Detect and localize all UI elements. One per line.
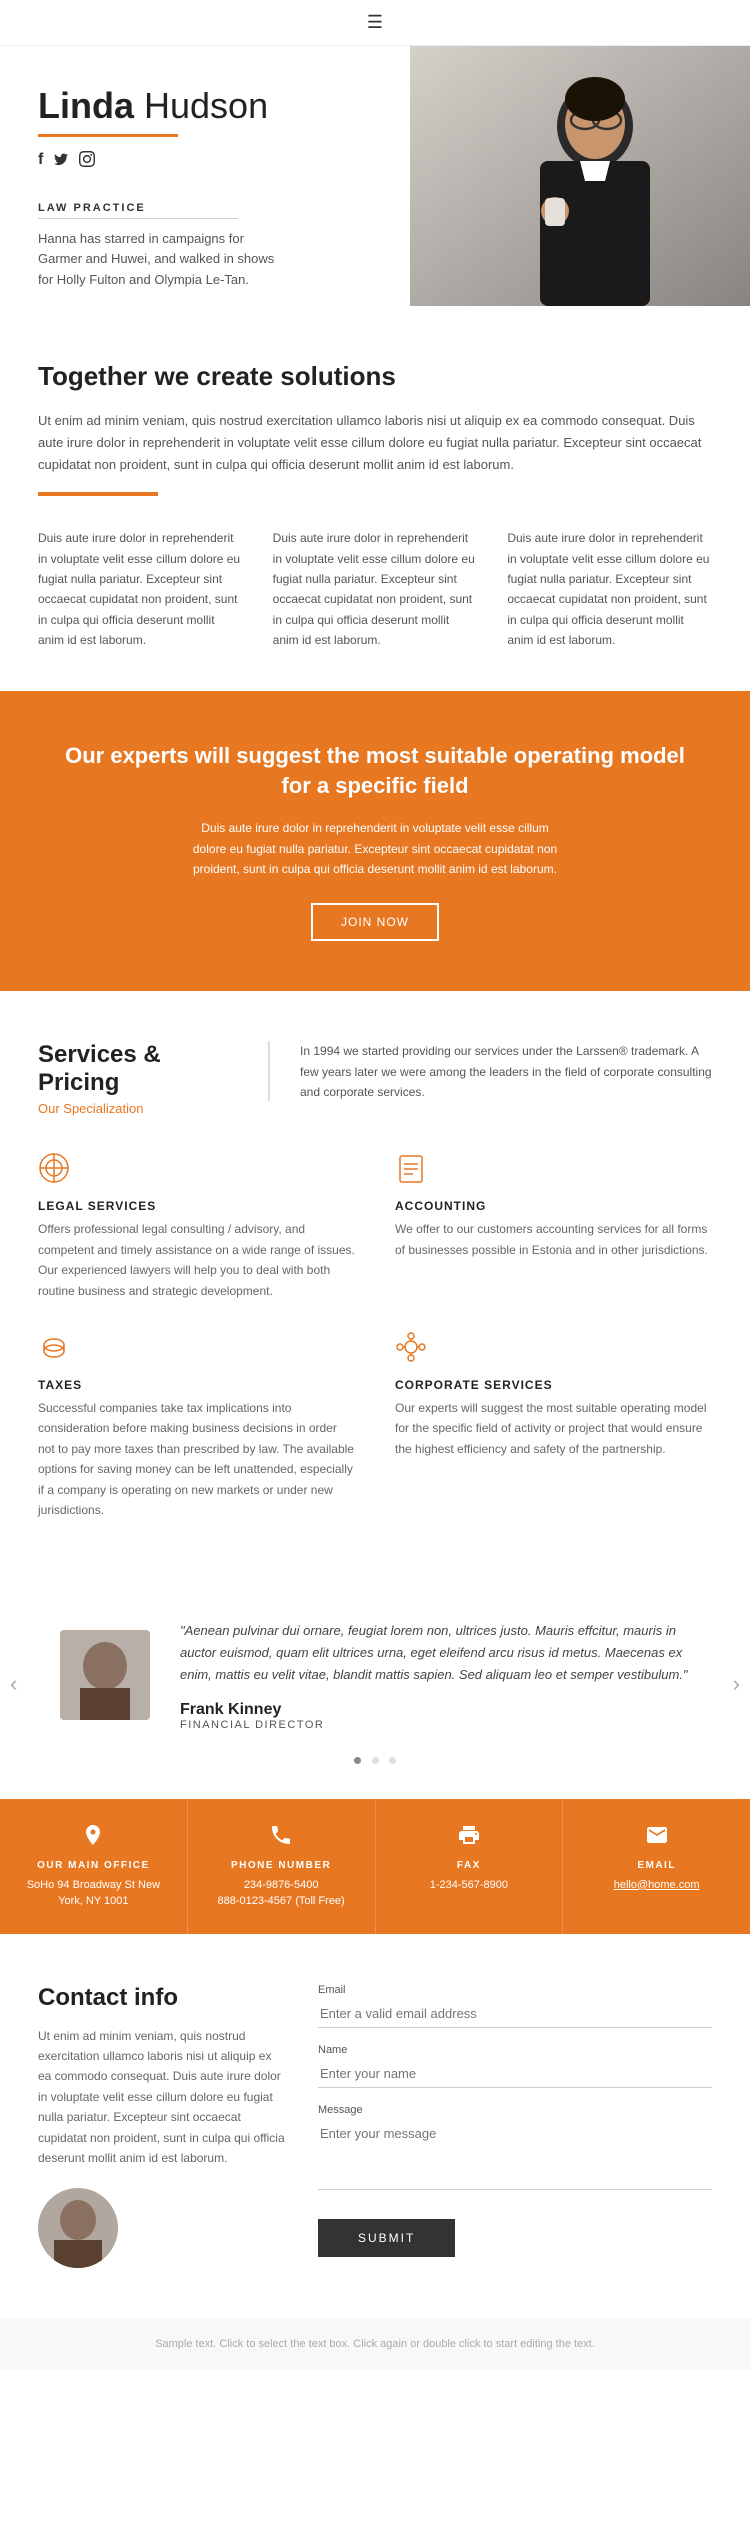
col-1: Duis aute irure dolor in reprehenderit i… xyxy=(38,528,243,650)
testimonial-body: "Aenean pulvinar dui ornare, feugiat lor… xyxy=(180,1620,690,1730)
banner-paragraph: Duis aute irure dolor in reprehenderit i… xyxy=(185,818,565,879)
name-form-group: Name xyxy=(318,2044,712,2088)
contact-paragraph: Ut enim ad minim veniam, quis nostrud ex… xyxy=(38,2026,288,2169)
fax-label: FAX xyxy=(392,1860,547,1871)
legal-icon xyxy=(38,1152,355,1191)
dot-2[interactable] xyxy=(372,1757,379,1764)
info-main-office: OUR MAIN OFFICE SoHo 94 Broadway St New … xyxy=(0,1799,188,1934)
orange-bar xyxy=(38,492,158,496)
contact-left: Contact info Ut enim ad minim veniam, qu… xyxy=(38,1984,318,2269)
corporate-desc: Our experts will suggest the most suitab… xyxy=(395,1398,712,1459)
hero-left: Linda Hudson f LAW PRACTICE Hanna has st… xyxy=(0,46,413,311)
orange-banner: Our experts will suggest the most suitab… xyxy=(0,691,750,992)
testimonial-name: Frank Kinney xyxy=(180,1701,690,1719)
services-heading: Services & Pricing xyxy=(38,1041,238,1097)
testimonial-quote: "Aenean pulvinar dui ornare, feugiat lor… xyxy=(180,1620,690,1686)
name-input[interactable] xyxy=(318,2060,712,2088)
services-divider xyxy=(268,1041,270,1101)
services-header-left: Services & Pricing Our Specialization xyxy=(38,1041,238,1116)
testimonial-dots xyxy=(60,1751,690,1769)
main-office-value: SoHo 94 Broadway St New York, NY 1001 xyxy=(16,1877,171,1910)
col-2: Duis aute irure dolor in reprehenderit i… xyxy=(273,528,478,650)
fax-value: 1-234-567-8900 xyxy=(392,1877,547,1894)
together-heading: Together we create solutions xyxy=(38,361,712,392)
instagram-icon[interactable] xyxy=(79,151,95,172)
location-icon xyxy=(16,1823,171,1854)
name-form-label: Name xyxy=(318,2044,712,2056)
info-fax: FAX 1-234-567-8900 xyxy=(376,1799,564,1934)
join-now-button[interactable]: JOIN NOW xyxy=(311,903,439,941)
legal-title: LEGAL SERVICES xyxy=(38,1199,355,1213)
section-label: LAW PRACTICE xyxy=(38,202,375,214)
email-form-label: Email xyxy=(318,1984,712,1996)
corporate-title: CORPORATE SERVICES xyxy=(395,1378,712,1392)
phone-icon xyxy=(204,1823,359,1854)
service-taxes: TAXES Successful companies take tax impl… xyxy=(38,1331,355,1520)
testimonial-prev-arrow[interactable]: ‹ xyxy=(10,1671,17,1697)
taxes-title: TAXES xyxy=(38,1378,355,1392)
services-sub: Our Specialization xyxy=(38,1101,238,1116)
dot-1[interactable] xyxy=(354,1757,361,1764)
hero-image xyxy=(410,46,750,306)
info-phone: PHONE NUMBER 234-9876-5400888-0123-4567 … xyxy=(188,1799,376,1934)
facebook-icon[interactable]: f xyxy=(38,151,43,172)
banner-heading: Our experts will suggest the most suitab… xyxy=(60,741,690,803)
testimonial-avatar xyxy=(60,1630,150,1720)
phone-value: 234-9876-5400888-0123-4567 (Toll Free) xyxy=(204,1877,359,1910)
corporate-icon xyxy=(395,1331,712,1370)
message-textarea[interactable] xyxy=(318,2120,712,2190)
footer-note: Sample text. Click to select the text bo… xyxy=(0,2318,750,2370)
accounting-icon xyxy=(395,1152,712,1191)
accounting-title: ACCOUNTING xyxy=(395,1199,712,1213)
testimonial-role: FINANCIAL DIRECTOR xyxy=(180,1719,690,1731)
legal-desc: Offers professional legal consulting / a… xyxy=(38,1219,355,1301)
taxes-icon xyxy=(38,1331,355,1370)
together-section: Together we create solutions Ut enim ad … xyxy=(0,311,750,691)
email-form-group: Email xyxy=(318,1984,712,2028)
testimonial-section: ‹ "Aenean pulvinar dui ornare, feugiat l… xyxy=(0,1570,750,1798)
hero-description: Hanna has starred in campaigns for Garme… xyxy=(38,229,278,291)
phone-label: PHONE NUMBER xyxy=(204,1860,359,1871)
service-legal: LEGAL SERVICES Offers professional legal… xyxy=(38,1152,355,1301)
contact-heading: Contact info xyxy=(38,1984,288,2012)
three-columns: Duis aute irure dolor in reprehenderit i… xyxy=(38,528,712,650)
email-value: hello@home.com xyxy=(579,1877,734,1894)
accounting-desc: We offer to our customers accounting ser… xyxy=(395,1219,712,1260)
services-section: Services & Pricing Our Specialization In… xyxy=(0,991,750,1570)
services-intro: In 1994 we started providing our service… xyxy=(300,1041,712,1102)
email-input[interactable] xyxy=(318,2000,712,2028)
email-label: EMAIL xyxy=(579,1860,734,1871)
testimonial-next-arrow[interactable]: › xyxy=(733,1671,740,1697)
email-icon xyxy=(579,1823,734,1854)
col-3: Duis aute irure dolor in reprehenderit i… xyxy=(507,528,712,650)
hamburger-icon[interactable]: ☰ xyxy=(367,12,383,32)
submit-button[interactable]: SUBMIT xyxy=(318,2219,455,2257)
message-form-group: Message xyxy=(318,2104,712,2195)
contact-avatar xyxy=(38,2188,118,2268)
hero-socials: f xyxy=(38,151,375,172)
taxes-desc: Successful companies take tax implicatio… xyxy=(38,1398,355,1520)
contact-form: Email Name Message SUBMIT xyxy=(318,1984,712,2269)
twitter-icon[interactable] xyxy=(53,151,69,172)
service-accounting: ACCOUNTING We offer to our customers acc… xyxy=(395,1152,712,1301)
hero-underline xyxy=(38,134,178,137)
together-paragraph: Ut enim ad minim veniam, quis nostrud ex… xyxy=(38,410,712,476)
hero-name: Linda Hudson xyxy=(38,86,375,126)
info-email: EMAIL hello@home.com xyxy=(563,1799,750,1934)
message-form-label: Message xyxy=(318,2104,712,2116)
service-corporate: CORPORATE SERVICES Our experts will sugg… xyxy=(395,1331,712,1520)
dot-3[interactable] xyxy=(389,1757,396,1764)
label-divider xyxy=(38,218,238,219)
info-bar: OUR MAIN OFFICE SoHo 94 Broadway St New … xyxy=(0,1799,750,1934)
main-office-label: OUR MAIN OFFICE xyxy=(16,1860,171,1871)
services-grid: LEGAL SERVICES Offers professional legal… xyxy=(38,1152,712,1520)
contact-section: Contact info Ut enim ad minim veniam, qu… xyxy=(0,1934,750,2319)
hero-section: Linda Hudson f LAW PRACTICE Hanna has st… xyxy=(0,46,750,311)
services-header: Services & Pricing Our Specialization In… xyxy=(38,1041,712,1116)
footer-note-text: Sample text. Click to select the text bo… xyxy=(155,2338,595,2350)
fax-icon xyxy=(392,1823,547,1854)
